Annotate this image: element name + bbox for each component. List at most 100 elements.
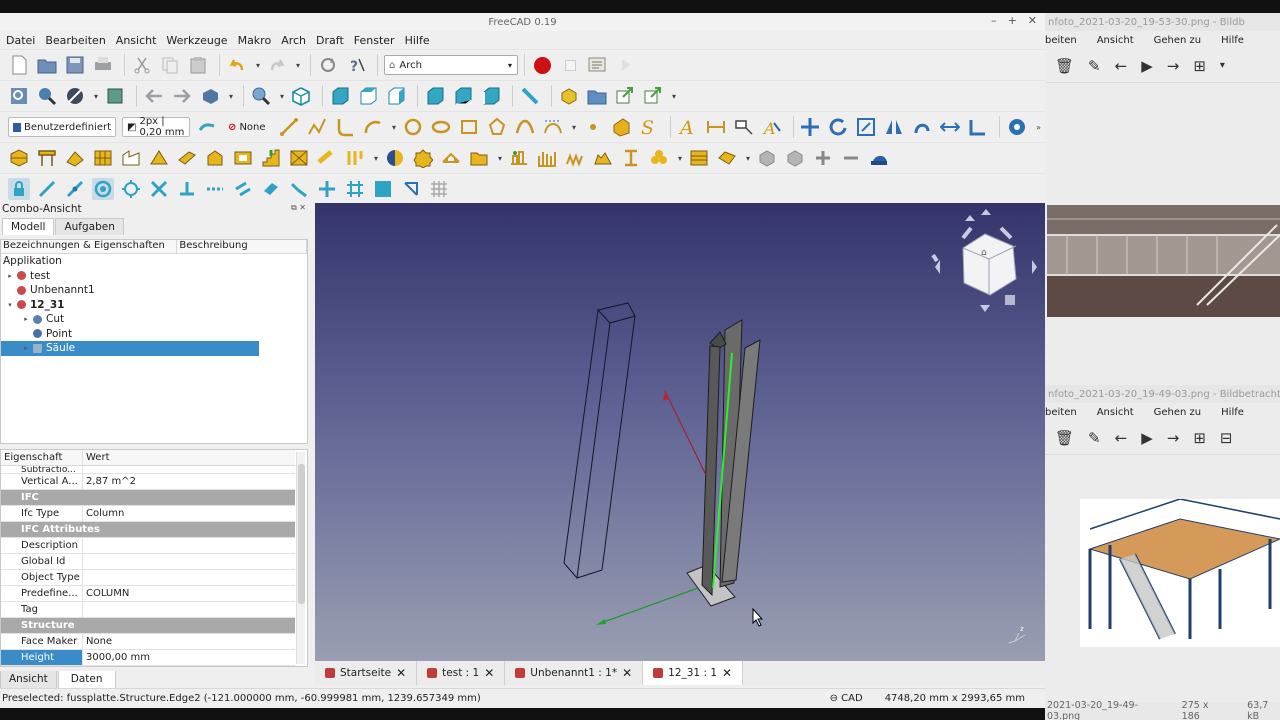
- link-icon[interactable]: [614, 85, 636, 107]
- next-icon[interactable]: →: [1167, 429, 1180, 447]
- add-icon[interactable]: [812, 147, 834, 169]
- truss-icon[interactable]: [440, 147, 462, 169]
- previous-icon[interactable]: ←: [1115, 429, 1128, 447]
- bottom-view-icon[interactable]: [452, 85, 474, 107]
- snap-intersection-icon[interactable]: [148, 178, 170, 200]
- equipment-icon[interactable]: [344, 147, 366, 169]
- wall-icon[interactable]: [8, 147, 30, 169]
- paste-icon[interactable]: [187, 54, 209, 76]
- previous-icon[interactable]: ←: [1115, 57, 1128, 75]
- axis-icon[interactable]: [648, 147, 670, 169]
- edit-icon[interactable]: ✎: [1088, 57, 1101, 75]
- menu-datei[interactable]: Datei: [6, 34, 35, 47]
- navigation-cube[interactable]: ⌂: [931, 209, 1037, 312]
- property-row[interactable]: Description: [1, 538, 295, 554]
- tree-item[interactable]: ▸ Säule: [1, 341, 259, 356]
- header-value[interactable]: Wert: [83, 452, 110, 463]
- property-row[interactable]: Global Id: [1, 554, 295, 570]
- menu-hilfe[interactable]: Hilfe: [405, 34, 430, 47]
- frame-icon[interactable]: [288, 147, 310, 169]
- snap-lock-icon[interactable]: [1006, 116, 1028, 138]
- facebinder-icon[interactable]: [610, 116, 632, 138]
- building-icon[interactable]: [536, 147, 558, 169]
- tree-item[interactable]: ▾ 12_31: [1, 298, 307, 313]
- line-icon[interactable]: [278, 116, 300, 138]
- left-view-icon[interactable]: [480, 85, 502, 107]
- undo-icon[interactable]: [226, 54, 248, 76]
- remove-icon[interactable]: [840, 147, 862, 169]
- more-tools-icon[interactable]: »: [1036, 123, 1041, 132]
- refresh-icon[interactable]: [317, 54, 339, 76]
- property-row[interactable]: Predefine... COLUMN: [1, 586, 295, 602]
- rotate-icon[interactable]: [827, 116, 849, 138]
- menu-fenster[interactable]: Fenster: [354, 34, 395, 47]
- pipe-icon[interactable]: [316, 147, 338, 169]
- rebar-icon[interactable]: [64, 147, 86, 169]
- property-row[interactable]: Object Type: [1, 570, 295, 586]
- property-value[interactable]: Column: [83, 508, 124, 519]
- toggle-grid-icon[interactable]: [428, 178, 450, 200]
- cut-icon[interactable]: [131, 54, 153, 76]
- document-tab[interactable]: 12_31 : 1 ✕: [643, 661, 744, 685]
- snap-near-icon[interactable]: [288, 178, 310, 200]
- dimension-icon[interactable]: [705, 116, 727, 138]
- plus-icon[interactable]: ⊞: [1193, 429, 1206, 447]
- column-labels[interactable]: Bezeichnungen & Eigenschaften: [1, 240, 178, 253]
- macro-editor-icon[interactable]: [587, 54, 609, 76]
- label-icon[interactable]: [733, 116, 755, 138]
- property-row[interactable]: Tag: [1, 602, 295, 618]
- close-tab-icon[interactable]: ✕: [722, 666, 732, 680]
- tree-item[interactable]: ▸ test: [1, 269, 307, 284]
- chevron-down-icon[interactable]: ▾: [374, 154, 378, 163]
- tab-ansicht[interactable]: Ansicht: [0, 671, 57, 689]
- menu-arch[interactable]: Arch: [281, 34, 306, 47]
- expand-arrow-icon[interactable]: ▸: [21, 344, 31, 352]
- print-icon[interactable]: [92, 54, 114, 76]
- play-icon[interactable]: ▶: [1141, 57, 1153, 75]
- document-tab[interactable]: Startseite ✕: [315, 661, 418, 685]
- tab-aufgaben[interactable]: Aufgaben: [55, 218, 124, 235]
- survey-icon[interactable]: [868, 147, 890, 169]
- snap-midpoint-icon[interactable]: [64, 178, 86, 200]
- wireframe-solid[interactable]: [563, 302, 636, 579]
- text-icon[interactable]: A: [677, 116, 699, 138]
- tab-daten[interactable]: Daten: [57, 671, 116, 689]
- chevron-down-icon[interactable]: ▾: [746, 154, 750, 163]
- create-part-icon[interactable]: [558, 85, 580, 107]
- circle-icon[interactable]: [402, 116, 424, 138]
- menu-gehen-zu[interactable]: Gehen zu: [1154, 35, 1202, 46]
- create-group-icon[interactable]: [586, 85, 608, 107]
- snap-angle-icon[interactable]: [120, 178, 142, 200]
- chevron-down-icon[interactable]: ▾: [256, 61, 260, 70]
- forward-icon[interactable]: [171, 85, 193, 107]
- rectangle-icon[interactable]: [458, 116, 480, 138]
- bspline-icon[interactable]: [514, 116, 536, 138]
- zoom-icon[interactable]: [250, 85, 272, 107]
- property-row[interactable]: Vertical A... 2,87 m^2: [1, 474, 295, 490]
- property-value[interactable]: 2,87 m^2: [83, 476, 136, 487]
- record-macro-icon[interactable]: [531, 54, 553, 76]
- property-value[interactable]: COLUMN: [83, 588, 129, 599]
- menu-draft[interactable]: Draft: [316, 34, 344, 47]
- isometric-view-icon[interactable]: [290, 85, 312, 107]
- header-property[interactable]: Eigenschaft: [1, 450, 83, 465]
- close-tab-icon[interactable]: ✕: [396, 666, 406, 680]
- apply-style-icon[interactable]: [196, 116, 218, 138]
- minus-icon[interactable]: ⊟: [1220, 429, 1233, 447]
- snap-perpendicular-icon[interactable]: [176, 178, 198, 200]
- menu-ansicht[interactable]: Ansicht: [116, 34, 157, 47]
- chevron-down-icon[interactable]: ▾: [229, 92, 233, 101]
- bounding-box-icon[interactable]: [104, 85, 126, 107]
- navigation-style[interactable]: ⊖ CAD: [830, 693, 863, 704]
- copy-icon[interactable]: [159, 54, 181, 76]
- snap-center-icon[interactable]: [92, 178, 114, 200]
- snap-working-plane-icon[interactable]: [372, 178, 394, 200]
- project-icon[interactable]: [592, 147, 614, 169]
- minimize-icon[interactable]: –: [991, 14, 997, 27]
- trimex-icon[interactable]: [967, 116, 989, 138]
- fillet-icon[interactable]: [334, 116, 356, 138]
- building-part-icon[interactable]: [120, 147, 142, 169]
- property-value[interactable]: None: [83, 636, 112, 647]
- roof-icon[interactable]: [148, 147, 170, 169]
- menu-bearbeiten[interactable]: Bearbeiten: [45, 34, 105, 47]
